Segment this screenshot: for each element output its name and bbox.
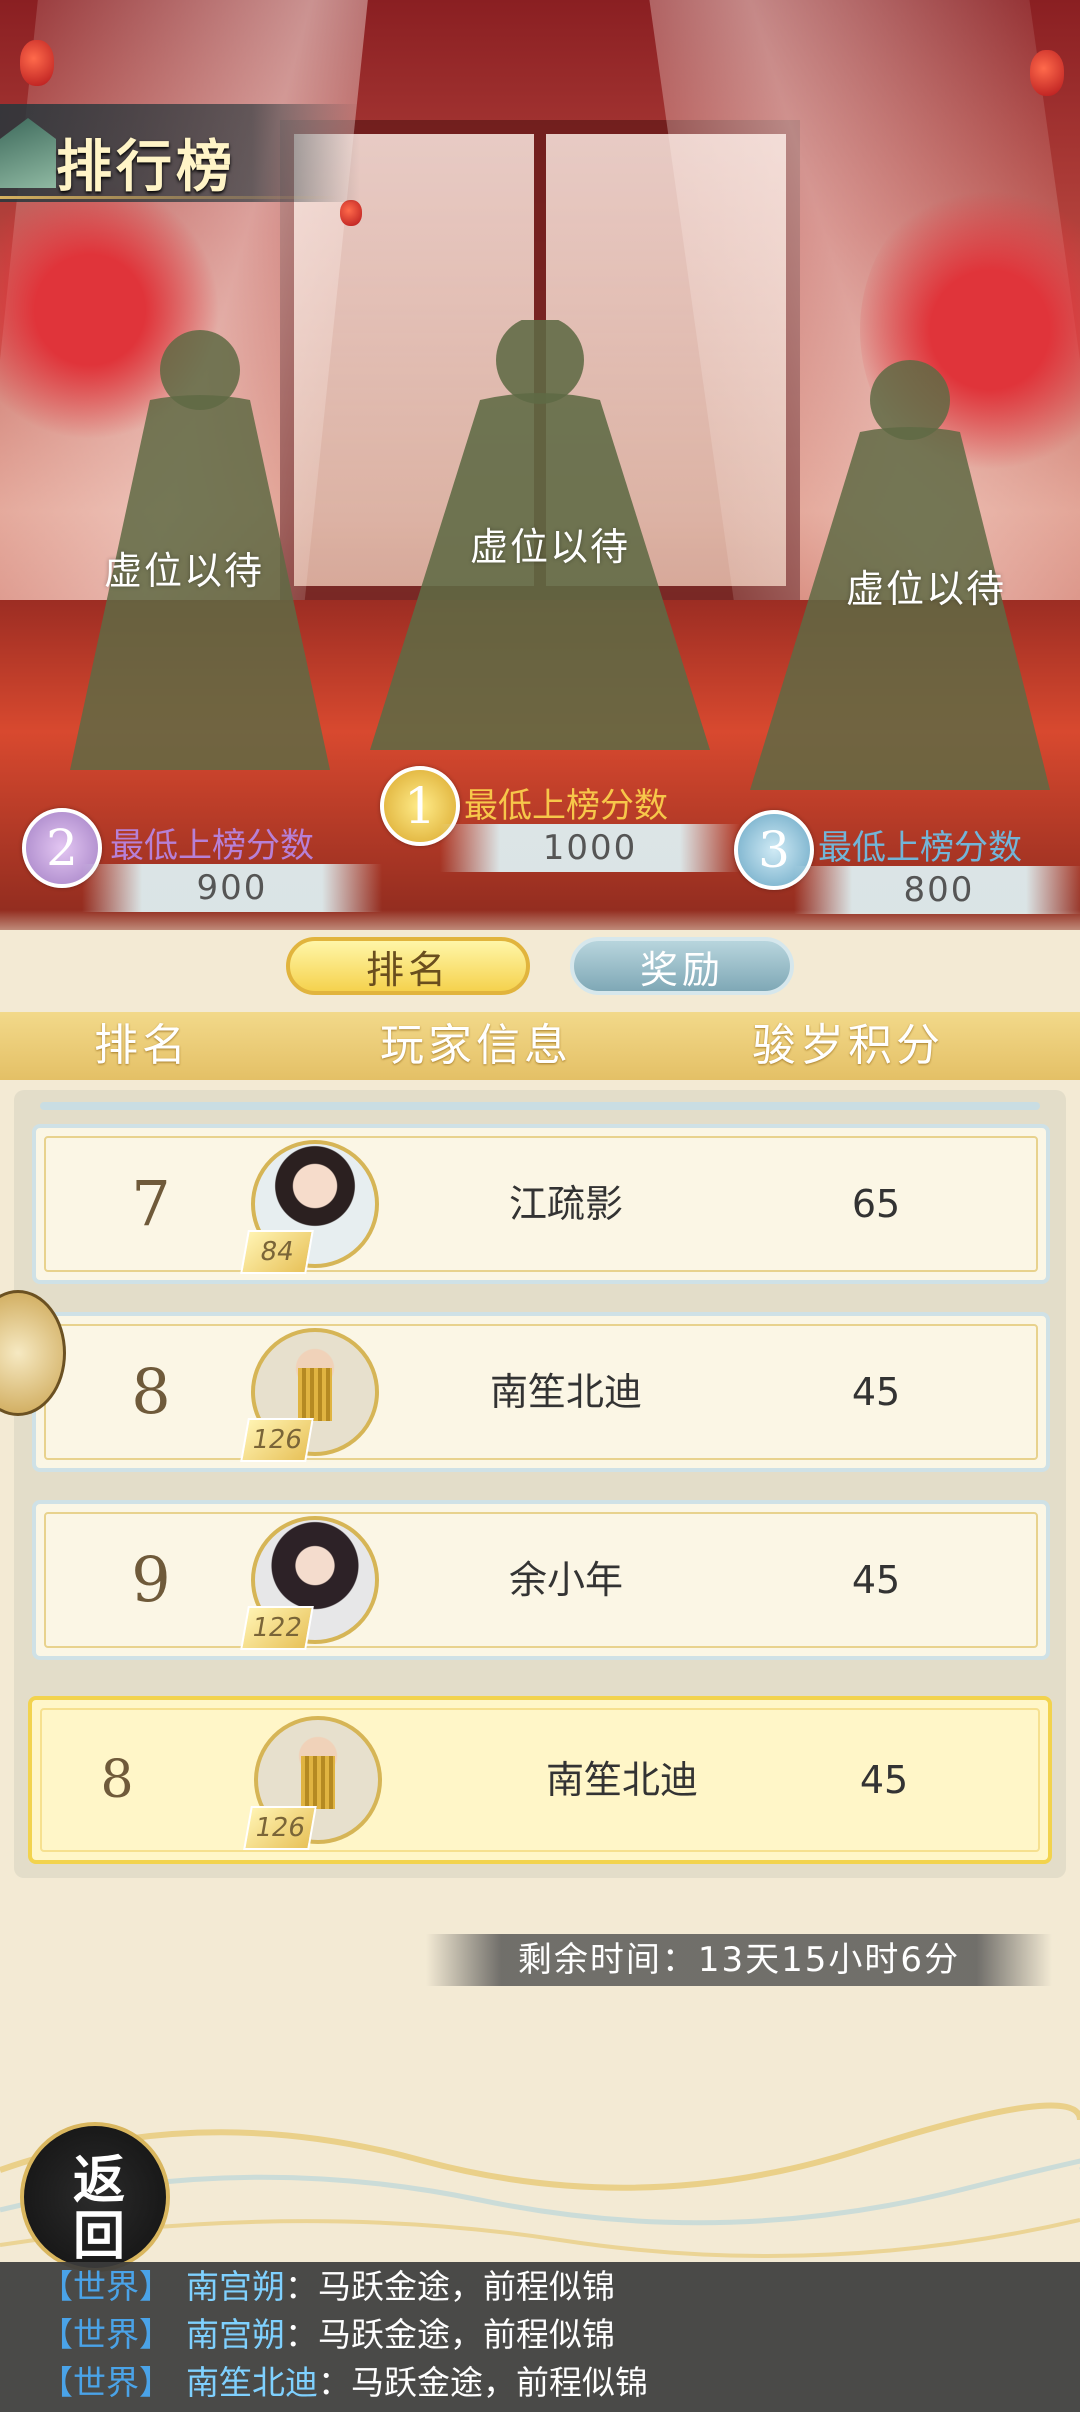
flag-icon — [0, 118, 56, 188]
level-badge: 126 — [243, 1806, 317, 1850]
chat-sender[interactable]: 南宫朔 — [186, 2267, 285, 2306]
chat-sender[interactable]: 南宫朔 — [186, 2315, 285, 2354]
table-header: 排名 玩家信息 骏岁积分 — [0, 1012, 1080, 1080]
back-button[interactable]: 返 回 — [20, 2122, 170, 2272]
placeholder-text-rank-2: 虚位以待 — [104, 549, 265, 593]
chat-message: 【世界】 南笙北迪：马跃金途，前程似锦 — [40, 2360, 648, 2406]
chat-text: 马跃金途，前程似锦 — [318, 2315, 615, 2354]
row-player-name: 江疏影 — [508, 1182, 623, 1226]
hero-fade — [0, 910, 1080, 950]
chat-channel: 【世界】 — [40, 2315, 172, 2354]
world-chat-panel[interactable]: 【世界】 南宫朔：马跃金途，前程似锦 【世界】 南宫朔：马跃金途，前程似锦 【世界】… — [0, 2262, 1080, 2412]
list-scroll-edge — [40, 1102, 1040, 1110]
tab-ranking[interactable]: 排名 — [286, 937, 530, 995]
lantern-icon — [20, 40, 54, 86]
placeholder-text-rank-3: 虚位以待 — [846, 567, 1007, 611]
row-player-name: 余小年 — [508, 1558, 623, 1602]
chat-message: 【世界】 南宫朔：马跃金途，前程似锦 — [40, 2312, 615, 2358]
hero-scene: 虚位以待 虚位以待 虚位以待 1 最低上榜分数 1000 2 最低上榜分数 90… — [0, 0, 1080, 930]
chat-colon: ： — [285, 2315, 318, 2354]
min-score-label-3: 最低上榜分数 — [818, 828, 1022, 868]
remaining-time: 剩余时间：13天15小时6分 — [426, 1934, 1052, 1986]
chat-text: 马跃金途，前程似锦 — [351, 2363, 648, 2402]
min-score-label-2: 最低上榜分数 — [110, 826, 314, 866]
min-score-label-1: 最低上榜分数 — [464, 786, 668, 826]
table-row[interactable]: 9 122 余小年 45 — [32, 1500, 1050, 1660]
chat-message: 【世界】 南宫朔：马跃金途，前程似锦 — [40, 2264, 615, 2310]
title-underline — [0, 196, 340, 199]
column-header-score: 骏岁积分 — [752, 1020, 944, 1071]
self-rank: 8 — [100, 1750, 134, 1810]
row-rank: 7 — [131, 1167, 171, 1240]
page-title: 排行榜 — [56, 135, 236, 200]
row-rank: 9 — [131, 1543, 171, 1616]
chat-colon: ： — [285, 2267, 318, 2306]
level-badge: 122 — [240, 1606, 314, 1650]
lantern-icon — [1030, 50, 1064, 96]
self-player-name: 南笙北迪 — [545, 1758, 698, 1802]
row-score: 45 — [851, 1370, 901, 1414]
row-score: 65 — [851, 1182, 901, 1226]
column-header-player: 玩家信息 — [380, 1020, 572, 1071]
chat-channel: 【世界】 — [40, 2363, 172, 2402]
level-badge: 84 — [240, 1230, 314, 1274]
title-bar: 排行榜 — [0, 104, 360, 202]
row-player-name: 南笙北迪 — [489, 1370, 642, 1414]
min-score-value-3: 800 — [794, 866, 1080, 914]
min-score-value-2: 900 — [82, 864, 382, 912]
chat-channel: 【世界】 — [40, 2267, 172, 2306]
table-row[interactable]: 8 126 南笙北迪 45 — [32, 1312, 1050, 1472]
table-row[interactable]: 7 84 江疏影 65 — [32, 1124, 1050, 1284]
row-score: 45 — [851, 1558, 901, 1602]
self-ranking-row[interactable]: 8 126 南笙北迪 45 — [28, 1696, 1052, 1864]
level-badge: 126 — [240, 1418, 314, 1462]
chat-text: 马跃金途，前程似锦 — [318, 2267, 615, 2306]
self-score: 45 — [859, 1758, 909, 1802]
back-char-2: 回 — [72, 2206, 125, 2267]
min-score-value-1: 1000 — [440, 824, 740, 872]
placeholder-text-rank-1: 虚位以待 — [470, 525, 631, 569]
row-rank: 8 — [131, 1355, 171, 1428]
chat-colon: ： — [318, 2363, 351, 2402]
column-header-rank: 排名 — [94, 1020, 190, 1071]
tab-reward[interactable]: 奖励 — [570, 937, 794, 995]
chat-sender[interactable]: 南笙北迪 — [186, 2363, 318, 2402]
lantern-icon — [340, 200, 362, 226]
